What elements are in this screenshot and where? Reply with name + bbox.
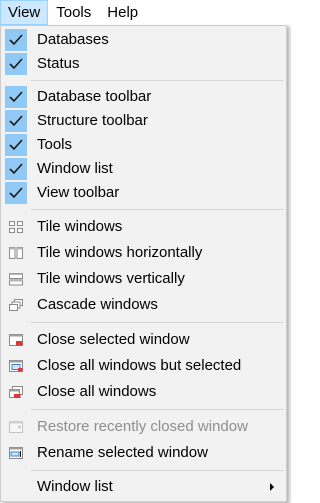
- menu-separator: [31, 80, 283, 81]
- menu-help[interactable]: Help: [99, 0, 146, 25]
- menu-item-label: Restore recently closed window: [37, 418, 248, 435]
- menu-item-label: Window list: [37, 478, 113, 495]
- checkmark-icon: [5, 158, 27, 180]
- checkmark-icon: [5, 53, 27, 75]
- checkmark-icon: [5, 86, 27, 108]
- tile-horizontal-icon: [5, 242, 27, 264]
- menu-item-structure-toolbar[interactable]: Structure toolbar: [3, 109, 284, 133]
- cascade-windows-icon: [5, 294, 27, 316]
- menu-item-tile-windows[interactable]: Tile windows: [3, 215, 284, 239]
- submenu-arrow-icon: [270, 483, 274, 491]
- menu-item-label: Tile windows: [37, 218, 123, 235]
- menu-item-label: Status: [37, 55, 80, 72]
- checkmark-icon: [5, 182, 27, 204]
- rename-window-icon: [5, 442, 27, 464]
- close-all-icon: [5, 381, 27, 403]
- menu-item-label: Databases: [37, 31, 109, 48]
- menu-item-label: Tools: [37, 136, 73, 153]
- menu-item-restore-closed: Restore recently closed window: [3, 415, 284, 439]
- menu-item-rename-window[interactable]: Rename selected window: [3, 441, 284, 465]
- menu-item-label: Tile windows vertically: [37, 270, 185, 287]
- menu-item-label: View toolbar: [37, 184, 120, 201]
- menu-separator: [31, 209, 283, 210]
- menu-tools[interactable]: Tools: [48, 0, 99, 25]
- menu-item-status[interactable]: Status: [3, 52, 284, 76]
- menu-item-label: Structure toolbar: [37, 112, 148, 129]
- menu-item-label: Database toolbar: [37, 88, 152, 105]
- menu-separator: [31, 322, 283, 323]
- menu-item-label: Cascade windows: [37, 296, 158, 313]
- menu-item-label: Rename selected window: [37, 444, 208, 461]
- menu-separator: [31, 470, 283, 471]
- menu-item-label: Window list: [37, 160, 113, 177]
- menu-item-window-list-submenu[interactable]: Window list: [3, 475, 284, 499]
- menu-item-label: Close all windows but selected: [37, 357, 242, 374]
- menu-item-label: Tile windows horizontally: [37, 244, 203, 261]
- menu-item-view-toolbar[interactable]: View toolbar: [3, 181, 284, 205]
- menu-item-label: Close selected window: [37, 331, 190, 348]
- menu-item-tile-vertically[interactable]: Tile windows vertically: [3, 267, 284, 291]
- menu-item-label: Close all windows: [37, 383, 157, 400]
- restore-window-icon: [5, 416, 27, 438]
- menu-item-tools[interactable]: Tools: [3, 133, 284, 157]
- tile-windows-icon: [5, 216, 27, 238]
- menu-item-window-list-toggle[interactable]: Window list: [3, 157, 284, 181]
- menu-separator: [31, 409, 283, 410]
- menu-item-database-toolbar[interactable]: Database toolbar: [3, 85, 284, 109]
- view-dropdown-menu: Databases Status Database toolbar Struct…: [0, 25, 287, 502]
- menu-view[interactable]: View: [0, 0, 49, 25]
- close-window-icon: [5, 329, 27, 351]
- checkmark-icon: [5, 29, 27, 51]
- checkmark-icon: [5, 110, 27, 132]
- checkmark-icon: [5, 134, 27, 156]
- menu-item-cascade-windows[interactable]: Cascade windows: [3, 293, 284, 317]
- menu-item-databases[interactable]: Databases: [3, 28, 284, 52]
- close-others-icon: [5, 355, 27, 377]
- menu-item-close-all[interactable]: Close all windows: [3, 380, 284, 404]
- menu-item-close-selected[interactable]: Close selected window: [3, 328, 284, 352]
- menu-item-close-all-but-selected[interactable]: Close all windows but selected: [3, 354, 284, 378]
- tile-vertical-icon: [5, 268, 27, 290]
- menu-item-tile-horizontally[interactable]: Tile windows horizontally: [3, 241, 284, 265]
- menu-bar: View Tools Help: [0, 0, 291, 25]
